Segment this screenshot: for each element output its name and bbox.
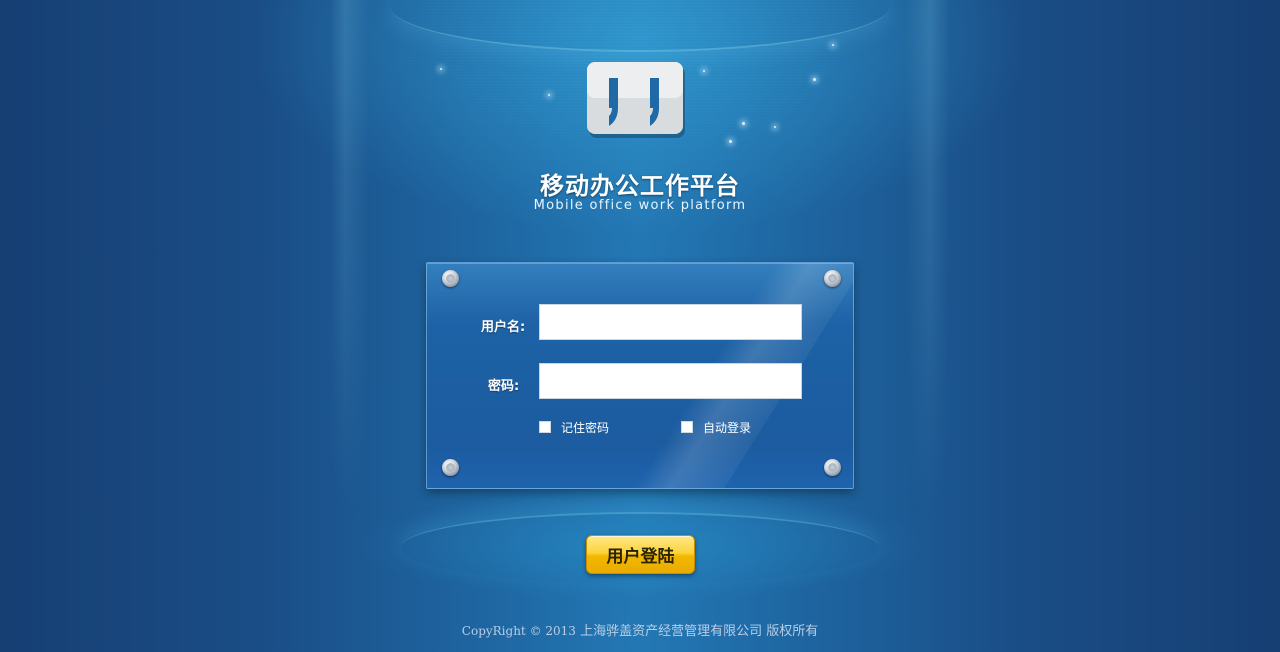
quote-logo-icon: [587, 62, 685, 138]
sparkle: [813, 78, 816, 81]
username-input[interactable]: [539, 304, 802, 340]
sparkle: [729, 140, 732, 143]
copyright-prefix: CopyRight © 2013: [461, 624, 576, 638]
sparkle: [832, 44, 834, 46]
password-label: 密码:: [488, 379, 520, 394]
password-input[interactable]: [539, 363, 802, 399]
sparkle: [440, 68, 442, 70]
screw-icon: [824, 459, 841, 476]
app-title: 移动办公工作平台: [540, 172, 740, 200]
auto-login-checkbox[interactable]: [681, 421, 693, 433]
screw-icon: [824, 270, 841, 287]
username-label: 用户名:: [481, 320, 526, 335]
sparkle: [742, 122, 745, 125]
app-subtitle: Mobile office work platform: [533, 198, 747, 213]
sparkle: [548, 94, 550, 96]
screw-icon: [442, 459, 459, 476]
sparkle: [703, 70, 705, 72]
remember-password-checkbox[interactable]: [539, 421, 551, 433]
auto-login-label[interactable]: 自动登录: [703, 419, 751, 436]
screw-icon: [442, 270, 459, 287]
login-panel: 用户名: 密码: 记住密码 自动登录: [426, 262, 854, 489]
sparkle: [774, 126, 776, 128]
copyright-company: 上海骅盖资产经营管理有限公司 版权所有: [580, 624, 819, 639]
login-button[interactable]: 用户登陆: [586, 535, 695, 574]
remember-password-label[interactable]: 记住密码: [561, 419, 609, 436]
footer-copyright: CopyRight © 2013 上海骅盖资产经营管理有限公司 版权所有: [0, 620, 1280, 639]
